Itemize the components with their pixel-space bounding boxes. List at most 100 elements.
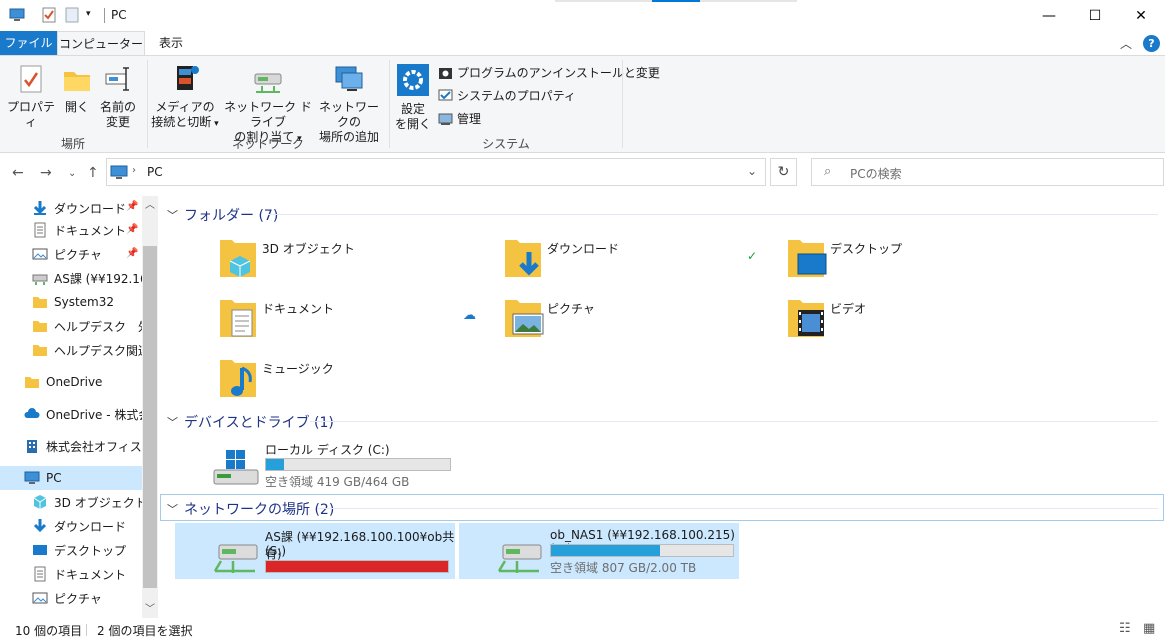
network-drive-icon <box>213 544 258 573</box>
rename-icon <box>98 64 138 98</box>
pin-icon[interactable]: 📌 <box>126 201 138 212</box>
sidebar-item-downloads-quick[interactable]: ダウンロード <box>32 196 158 220</box>
tab-computer[interactable]: コンピューター <box>57 31 145 56</box>
media-connect-button[interactable]: メディアの 接続と切断 ▾ <box>150 62 220 132</box>
picture-icon <box>32 248 48 260</box>
group-divider <box>268 214 1158 215</box>
breadcrumb-pc[interactable]: PC <box>147 165 163 179</box>
sidebar-item-pictures-quick[interactable]: ピクチャ <box>32 242 158 266</box>
location-group-label: 場所 <box>60 137 85 151</box>
rename-button[interactable]: 名前の 変更 <box>98 64 138 130</box>
download-arrow-icon <box>33 201 47 215</box>
address-dropdown-icon[interactable]: ⌄ <box>747 164 757 178</box>
drive-usage-bar <box>265 458 451 471</box>
tab-view[interactable]: 表示 <box>145 31 197 55</box>
group-header-devices[interactable]: ﹀ デバイスとドライブ (1) <box>167 412 334 432</box>
breadcrumb-chevron-icon[interactable]: › <box>132 165 136 176</box>
picture-icon <box>32 592 48 604</box>
folder-item-music[interactable]: ミュージック <box>218 356 478 412</box>
properties-label: プロパティ <box>6 100 55 129</box>
refresh-button[interactable]: ↻ <box>770 158 797 186</box>
map-label-1: ネットワーク ドライブ <box>224 100 312 129</box>
network-group-label: ネットワーク <box>231 137 304 151</box>
collapse-chevron-icon[interactable]: ﹀ <box>167 414 178 430</box>
details-view-icon[interactable]: ☷ <box>1119 621 1131 636</box>
group-header-network[interactable]: ﹀ ネットワークの場所 (2) <box>167 499 334 519</box>
sidebar-item-label: OneDrive - 株式会 <box>46 407 151 422</box>
tab-file[interactable]: ファイル <box>0 31 57 55</box>
sidebar-item-label: System32 <box>54 295 115 309</box>
maximize-button[interactable]: ☐ <box>1072 0 1118 31</box>
music-folder-icon <box>220 360 256 397</box>
sidebar-item-documents-quick[interactable]: ドキュメント <box>32 218 158 242</box>
uninstall-program-button[interactable]: プログラムのアンインストールと変更 <box>438 64 660 81</box>
sidebar-item-desktop[interactable]: デスクトップ <box>32 538 158 562</box>
manage-icon <box>438 113 453 125</box>
sidebar-item-downloads[interactable]: ダウンロード <box>32 514 158 538</box>
minimize-button[interactable]: — <box>1026 0 1072 31</box>
folder-item-3d-objects[interactable]: 3D オブジェクト <box>218 236 478 292</box>
sidebar-item-system32[interactable]: System32 <box>32 290 158 314</box>
drive-letter: (S:) <box>265 544 287 558</box>
add-network-location-button[interactable]: ネットワークの 場所の追加 <box>316 64 382 145</box>
folder-item-downloads[interactable]: ダウンロード <box>503 236 763 292</box>
sidebar-item-helpdesk-outsource[interactable]: ヘルプデスク 外注 <box>32 314 158 338</box>
close-button[interactable]: ✕ <box>1118 0 1164 31</box>
folder-item-documents[interactable]: ドキュメント <box>218 296 478 352</box>
ribbon: プロパティ 開く 名前の 変更 場所 メディアの 接続と切断 ▾ ネットワーク … <box>0 55 1165 153</box>
ribbon-collapse-icon[interactable]: ︿ <box>1120 35 1132 52</box>
status-divider <box>86 624 87 636</box>
system-properties-button[interactable]: システムのプロパティ <box>438 87 576 104</box>
large-icons-view-icon[interactable]: ▦ <box>1143 621 1155 636</box>
sidebar-item-onedrive-business[interactable]: OneDrive - 株式会 <box>24 402 158 426</box>
group-header-folders[interactable]: ﹀ フォルダー (7) <box>167 205 278 225</box>
media-label-1: メディアの <box>155 100 215 114</box>
properties-qa-icon[interactable] <box>41 7 57 23</box>
sidebar-item-label: ダウンロード <box>54 201 127 216</box>
back-arrow-icon[interactable]: ← <box>12 165 24 181</box>
scroll-up-icon[interactable]: ︿ <box>145 196 155 211</box>
drive-usage-fill <box>266 459 284 470</box>
network-drive-item-as[interactable]: AS課 (¥¥192.168.100.100¥ob共有) (S:) <box>175 523 455 579</box>
forward-arrow-icon[interactable]: → <box>40 165 52 181</box>
drive-name: ローカル ディスク (C:) <box>265 443 390 457</box>
recent-locations-icon[interactable]: ⌄ <box>68 168 76 179</box>
folder-item-videos[interactable]: ビデオ <box>786 296 1046 352</box>
navigation-pane: ダウンロード 📌 ドキュメント 📌 ピクチャ 📌 AS課 (¥¥192.168.… <box>0 196 158 618</box>
open-settings-button[interactable]: 設定 を開く <box>394 64 432 132</box>
new-folder-qa-icon[interactable] <box>64 7 80 23</box>
sidebar-scroll-thumb[interactable] <box>143 246 157 588</box>
sidebar-item-onedrive[interactable]: OneDrive <box>24 370 158 394</box>
pin-icon[interactable]: 📌 <box>126 224 138 235</box>
search-input[interactable]: PCの検索 <box>850 165 902 182</box>
address-bar[interactable]: › PC ⌄ <box>106 158 766 186</box>
document-icon <box>34 566 46 582</box>
properties-button[interactable]: プロパティ <box>4 64 58 130</box>
collapse-chevron-icon[interactable]: ﹀ <box>167 207 178 223</box>
customize-qa-icon[interactable]: ▾ <box>86 9 102 25</box>
manage-button[interactable]: 管理 <box>438 110 481 127</box>
folder-item-pictures[interactable]: ピクチャ <box>503 296 763 352</box>
sidebar-item-documents[interactable]: ドキュメント <box>32 562 158 586</box>
folder-name: ピクチャ <box>547 302 595 316</box>
collapse-chevron-icon[interactable]: ﹀ <box>167 501 178 517</box>
cloud-status-icon: ☁ <box>463 308 476 323</box>
sidebar-item-helpdesk-related[interactable]: ヘルプデスク関連 <box>32 338 158 362</box>
up-arrow-icon[interactable]: ↑ <box>87 165 99 181</box>
drive-name: AS課 (¥¥192.168.100.100¥ob共有) <box>265 530 455 561</box>
sidebar-item-pictures[interactable]: ピクチャ <box>32 586 158 610</box>
help-icon[interactable]: ? <box>1143 35 1160 52</box>
pin-icon[interactable]: 📌 <box>126 248 138 259</box>
folder-icon <box>33 321 47 332</box>
sidebar-item-pc[interactable]: PC <box>0 466 142 490</box>
folder-item-desktop[interactable]: デスクトップ <box>786 236 1046 292</box>
sidebar-item-3d-objects[interactable]: 3D オブジェクト <box>32 490 158 514</box>
sidebar-item-company[interactable]: 株式会社オフィスバ <box>24 434 158 458</box>
sidebar-item-as-share[interactable]: AS課 (¥¥192.168. <box>32 266 158 290</box>
open-button[interactable]: 開く <box>60 64 94 115</box>
media-label-2: 接続と切断 <box>151 115 212 129</box>
search-box[interactable]: ⌕ PCの検索 <box>811 158 1164 186</box>
drive-item-c[interactable]: ローカル ディスク (C:) 空き領域 419 GB/464 GB <box>210 440 460 492</box>
scroll-down-icon[interactable]: ﹀ <box>145 600 155 615</box>
network-drive-item-nas1[interactable]: ob_NAS1 (¥¥192.168.100.215) (Z:) 空き領域 80… <box>459 523 739 579</box>
